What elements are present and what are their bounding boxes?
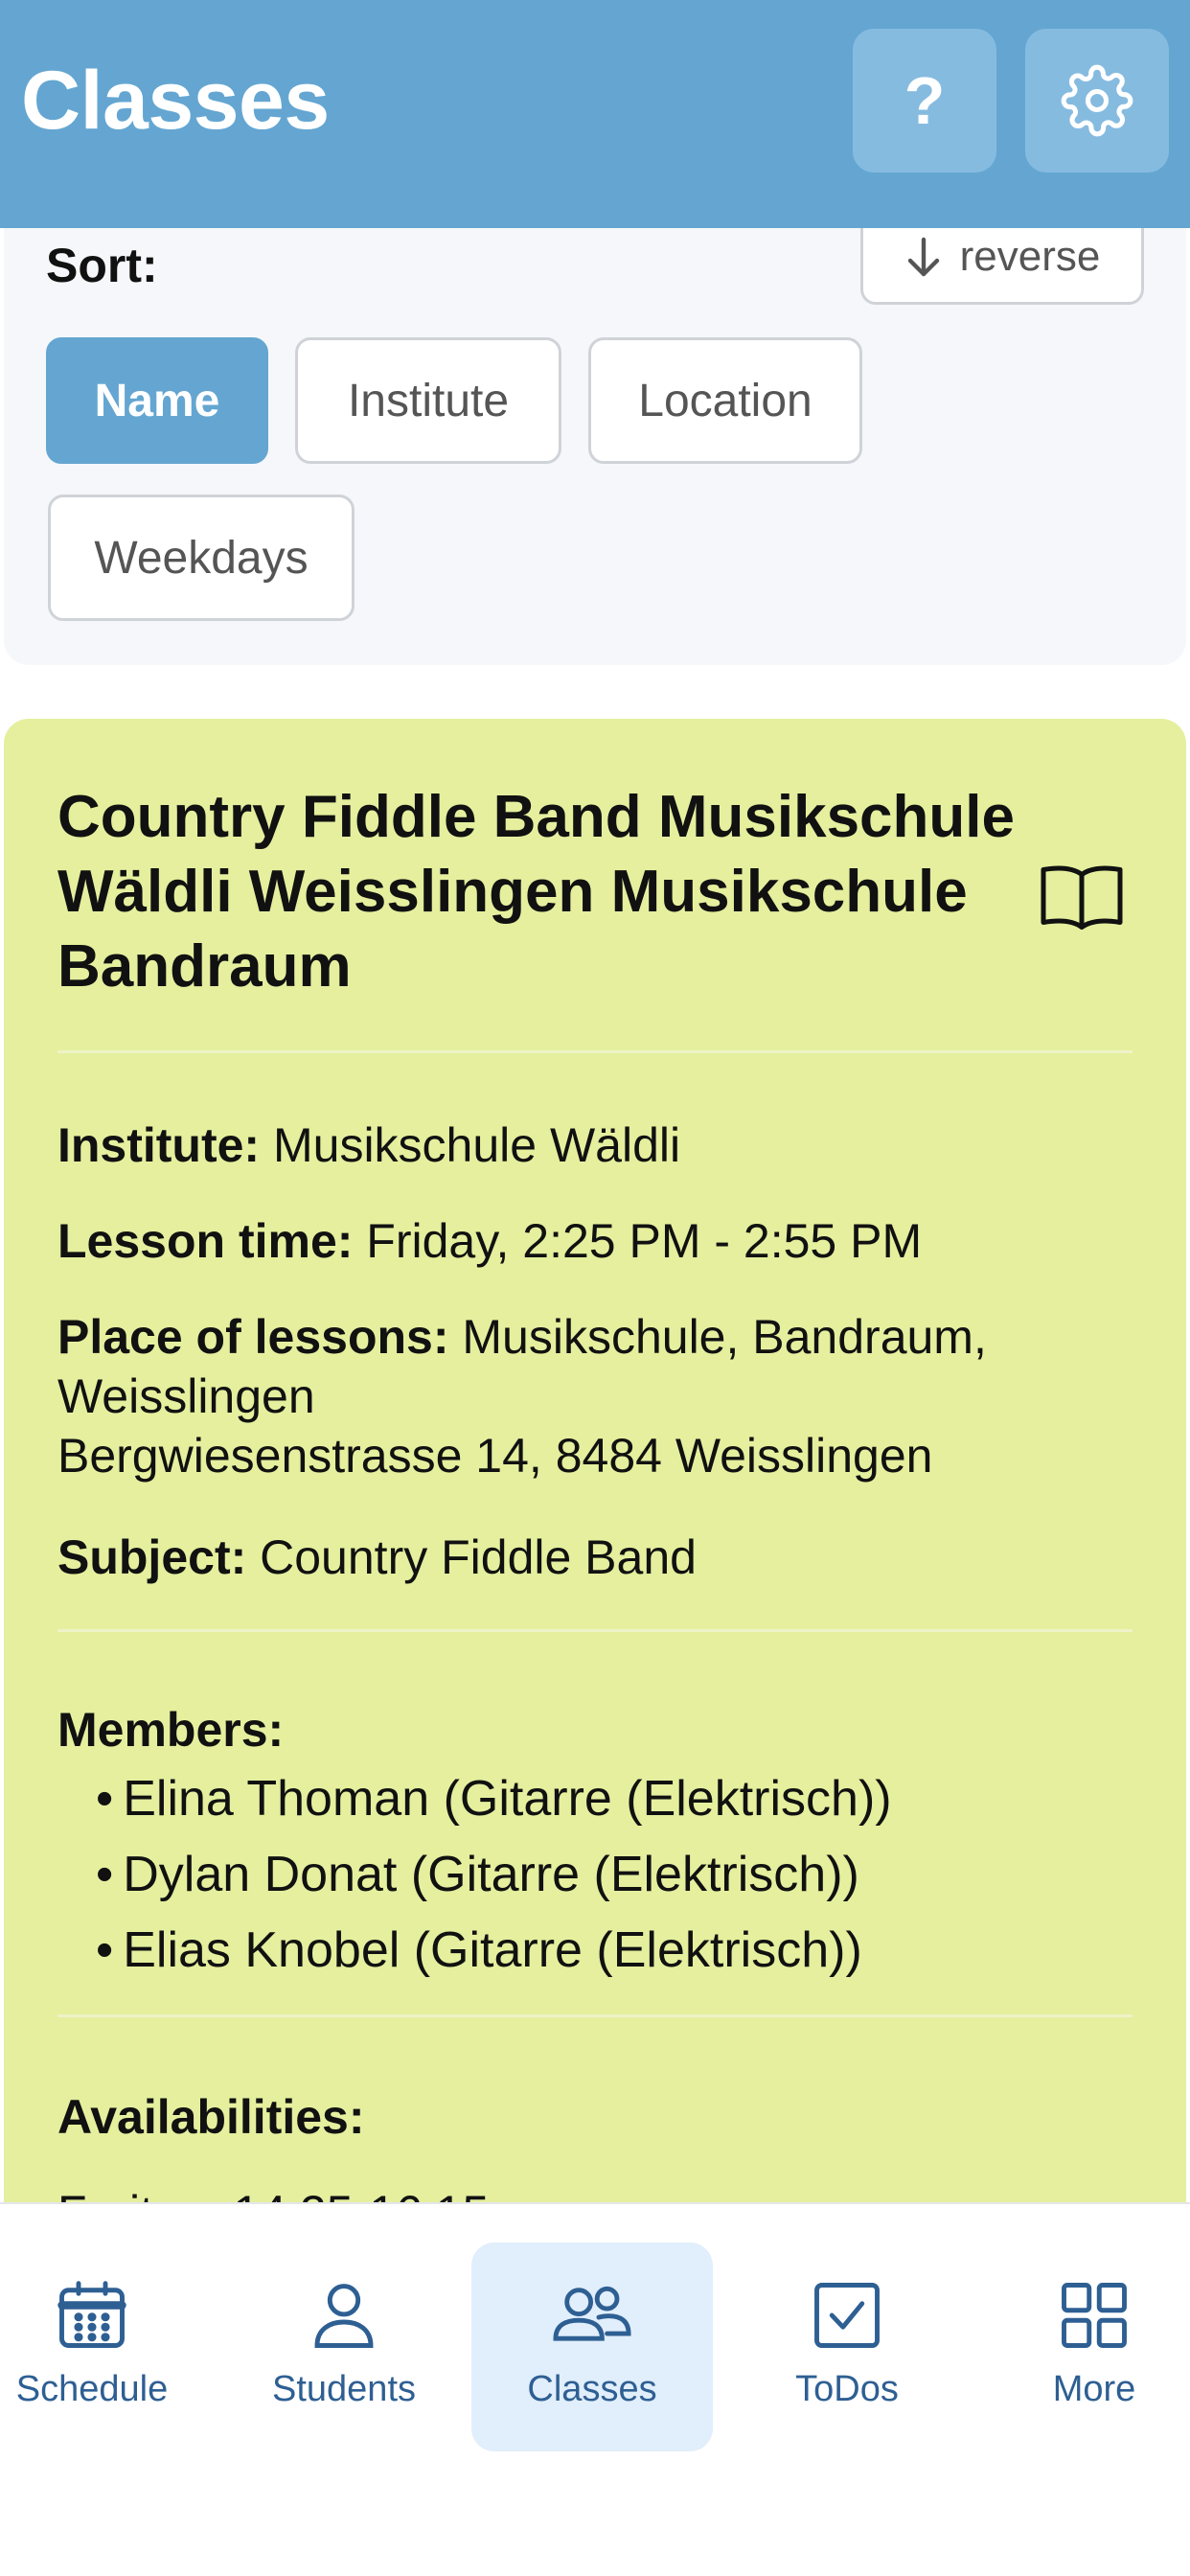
nav-item-students[interactable]: Students [223, 2242, 465, 2451]
settings-button[interactable] [1025, 29, 1169, 172]
institute-value: Musikschule Wäldli [272, 1118, 681, 1172]
sort-label: Sort: [46, 239, 158, 292]
app-screen: Classes ? Sort: reverse Name Institute L… [0, 0, 1190, 2576]
place-value-line1: Musikschule, Bandraum, [462, 1310, 987, 1364]
availabilities-heading: Availabilities: [57, 2087, 1133, 2147]
nav-item-more[interactable]: More [973, 2242, 1190, 2451]
class-title: Country Fiddle Band Musikschule Wäldli W… [57, 784, 1015, 1000]
member-name: Dylan Donat (Gitarre (Elektrisch)) [123, 1847, 859, 1902]
sort-chip-name[interactable]: Name [46, 337, 268, 464]
sort-chip-institute[interactable]: Institute [295, 337, 561, 464]
lesson-time-row: Lesson time: Friday, 2:25 PM - 2:55 PM [57, 1211, 1133, 1271]
list-item: • Elias Knobel (Gitarre (Elektrisch)) [96, 1922, 862, 1978]
member-name: Elias Knobel (Gitarre (Elektrisch)) [123, 1922, 862, 1978]
sort-chip-location[interactable]: Location [588, 337, 862, 464]
class-card[interactable]: Country Fiddle Band Musikschule Wäldli W… [4, 719, 1186, 2202]
bottom-nav: Schedule Students Classes ToDos More [0, 2202, 1190, 2576]
nav-label: More [1052, 2369, 1136, 2409]
nav-label: Classes [527, 2369, 657, 2409]
place-value-line3: Bergwiesenstrasse 14, 8484 Weisslingen [57, 1429, 933, 1483]
subject-label: Subject: [57, 1530, 261, 1584]
divider [57, 2014, 1133, 2017]
content-scroll-area[interactable]: Sort: reverse Name Institute Location We… [0, 228, 1190, 2202]
lesson-time-label: Lesson time: [57, 1214, 367, 1268]
sort-chip-weekdays[interactable]: Weekdays [48, 494, 355, 621]
institute-row: Institute: Musikschule Wäldli [57, 1116, 1133, 1175]
sort-panel: Sort: reverse Name Institute Location We… [4, 228, 1186, 665]
nav-item-classes[interactable]: Classes [471, 2242, 713, 2451]
nav-label: Students [272, 2369, 416, 2409]
availability-item: Freitag: 14:25-16:15 [57, 2183, 1133, 2202]
nav-label: Schedule [15, 2369, 169, 2409]
members-heading: Members: [57, 1700, 1133, 1760]
group-icon [553, 2286, 631, 2341]
nav-item-todos[interactable]: ToDos [726, 2242, 968, 2451]
page-title: Classes [21, 55, 330, 147]
availabilities-label: Availabilities: [57, 2090, 365, 2144]
list-item: • Dylan Donat (Gitarre (Elektrisch)) [96, 1847, 859, 1902]
checkbox-icon [814, 2283, 880, 2348]
help-button[interactable]: ? [853, 29, 996, 172]
reverse-label: reverse [959, 233, 1101, 280]
divider [57, 1629, 1133, 1632]
subject-row: Subject: Country Fiddle Band [57, 1528, 1133, 1587]
subject-value: Country Fiddle Band [260, 1530, 697, 1584]
institute-label: Institute: [57, 1118, 273, 1172]
calendar-icon [57, 2281, 126, 2348]
members-list: • Elina Thoman (Gitarre (Elektrisch)) • Dy… [96, 1761, 1150, 1989]
gear-icon [1061, 64, 1133, 137]
nav-label: ToDos [795, 2369, 899, 2409]
person-icon [314, 2284, 374, 2348]
lesson-time-value: Friday, 2:25 PM - 2:55 PM [366, 1214, 923, 1268]
book-icon[interactable] [1039, 862, 1125, 930]
place-row: Place of lessons: Musikschule, Bandraum,… [57, 1307, 1133, 1485]
members-label: Members: [57, 1703, 285, 1757]
arrow-down-icon [907, 237, 939, 277]
nav-item-schedule[interactable]: Schedule [0, 2242, 213, 2451]
reverse-sort-button[interactable]: reverse [860, 228, 1144, 305]
grid-icon [1062, 2283, 1127, 2348]
help-button-label: ? [904, 63, 946, 138]
app-header: Classes ? [0, 0, 1190, 228]
list-item: • Elina Thoman (Gitarre (Elektrisch)) [96, 1771, 892, 1827]
divider [57, 1050, 1133, 1053]
place-label: Place of lessons: [57, 1310, 463, 1364]
member-name: Elina Thoman (Gitarre (Elektrisch)) [123, 1771, 892, 1827]
place-value-line2: Weisslingen [57, 1369, 315, 1423]
